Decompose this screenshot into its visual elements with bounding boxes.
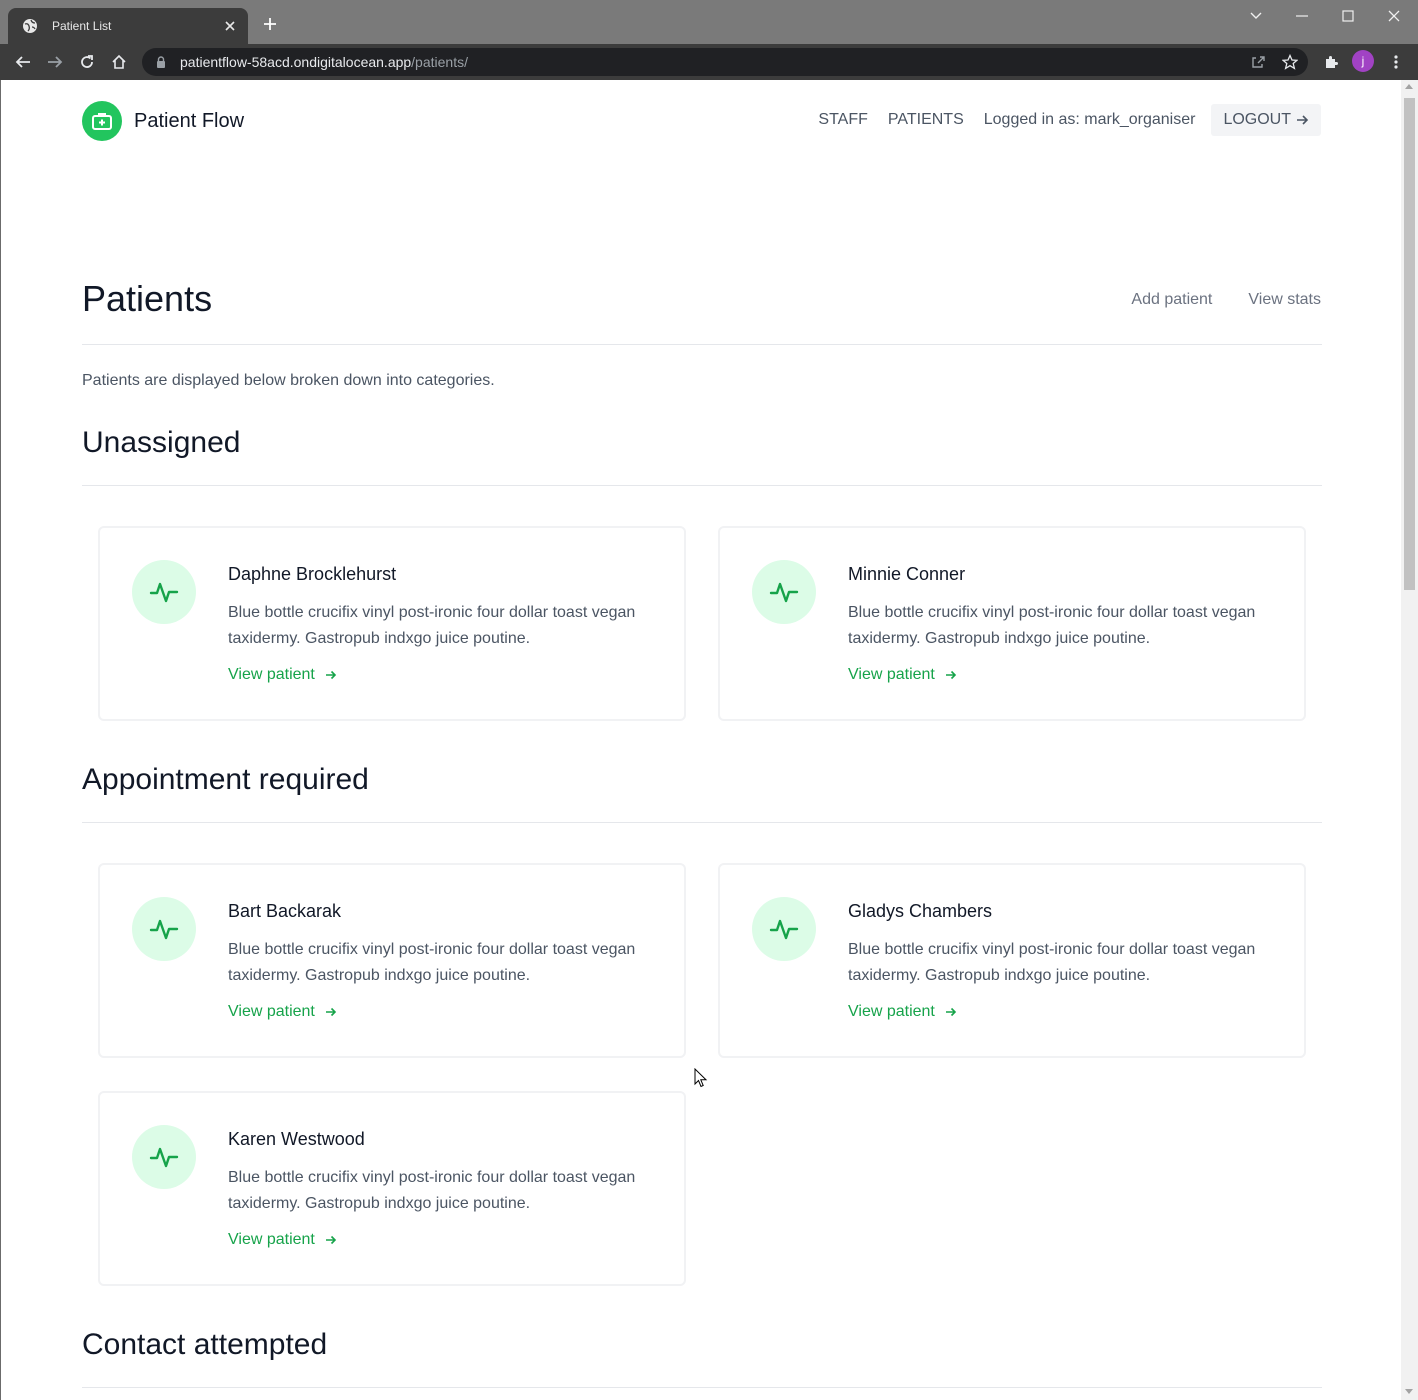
view-patient-link[interactable]: View patient <box>228 1231 337 1249</box>
add-patient-link[interactable]: Add patient <box>1131 291 1212 309</box>
activity-pulse-icon <box>132 897 196 961</box>
divider <box>82 344 1322 345</box>
view-patient-link[interactable]: View patient <box>228 1003 337 1021</box>
brand[interactable]: Patient Flow <box>82 101 244 141</box>
maximize-window-icon[interactable] <box>1336 6 1360 26</box>
arrow-right-icon <box>325 669 337 681</box>
section-title-appointment-required: Appointment required <box>82 763 369 796</box>
browser-tab-active[interactable]: Patient List <box>8 8 248 44</box>
patient-card: Bart Backarak Blue bottle crucifix vinyl… <box>98 863 686 1058</box>
patient-description: Blue bottle crucifix vinyl post-ironic f… <box>848 604 1256 647</box>
intro-text: Patients are displayed below broken down… <box>82 372 495 389</box>
bookmark-star-icon[interactable] <box>1282 54 1298 70</box>
patient-name: Gladys Chambers <box>848 901 993 921</box>
divider <box>82 1387 1322 1388</box>
brand-name: Patient Flow <box>134 109 245 132</box>
activity-pulse-icon <box>132 1125 196 1189</box>
close-tab-icon[interactable] <box>222 18 238 34</box>
lock-icon <box>154 55 168 69</box>
view-patient-label: View patient <box>228 1003 315 1020</box>
patient-card: Karen Westwood Blue bottle crucifix viny… <box>98 1091 686 1286</box>
url-host: patientflow-58acd.ondigitalocean.app <box>180 54 412 70</box>
section-title-contact-attempted: Contact attempted <box>82 1328 328 1361</box>
section-title-unassigned: Unassigned <box>82 426 241 459</box>
logged-in-user: Logged in as: mark_organiser <box>983 111 1196 128</box>
nav-staff-link[interactable]: STAFF <box>818 111 867 129</box>
view-patient-link[interactable]: View patient <box>848 666 957 684</box>
divider <box>82 485 1322 486</box>
home-icon[interactable] <box>108 51 130 73</box>
patient-name: Daphne Brocklehurst <box>228 564 397 584</box>
address-bar[interactable]: patientflow-58acd.ondigitalocean.app/pat… <box>142 48 1308 76</box>
minimize-window-icon[interactable] <box>1290 6 1314 26</box>
back-icon[interactable] <box>12 51 34 73</box>
activity-pulse-icon <box>752 897 816 961</box>
patient-name: Minnie Conner <box>848 564 966 584</box>
mouse-cursor-icon <box>694 1067 708 1088</box>
arrow-right-icon <box>325 1234 337 1246</box>
arrow-right-icon <box>325 1006 337 1018</box>
tab-search-chevron-icon[interactable] <box>1244 6 1268 26</box>
view-patient-label: View patient <box>228 666 315 683</box>
patient-description: Blue bottle crucifix vinyl post-ironic f… <box>228 941 636 984</box>
view-patient-label: View patient <box>228 1231 315 1248</box>
tab-title: Patient List <box>52 19 112 33</box>
view-patient-link[interactable]: View patient <box>848 1003 957 1021</box>
browser-toolbar: patientflow-58acd.ondigitalocean.app/pat… <box>0 44 1418 80</box>
view-patient-label: View patient <box>848 1003 935 1020</box>
browser-menu-icon[interactable] <box>1385 51 1407 73</box>
page-scrollbar[interactable] <box>1401 80 1418 1400</box>
arrow-right-icon <box>945 669 957 681</box>
share-icon[interactable] <box>1250 54 1266 70</box>
activity-pulse-icon <box>132 560 196 624</box>
scrollbar-thumb[interactable] <box>1404 98 1415 590</box>
extensions-puzzle-icon[interactable] <box>1320 51 1342 73</box>
divider <box>82 822 1322 823</box>
top-nav: STAFF PATIENTS Logged in as: mark_organi… <box>818 104 1321 136</box>
arrow-right-icon <box>1295 113 1309 127</box>
close-window-icon[interactable] <box>1382 6 1406 26</box>
scroll-up-arrow-icon[interactable] <box>1405 84 1413 89</box>
patient-description: Blue bottle crucifix vinyl post-ironic f… <box>228 604 636 647</box>
arrow-right-icon <box>945 1006 957 1018</box>
page-title: Patients <box>82 278 213 319</box>
activity-pulse-icon <box>752 560 816 624</box>
new-tab-button[interactable] <box>260 14 280 34</box>
logout-button[interactable]: LOGOUT <box>1211 104 1321 136</box>
browser-tab-strip: Patient List <box>0 0 1418 44</box>
patient-name: Bart Backarak <box>228 901 342 921</box>
url-path: /patients/ <box>411 54 468 70</box>
scroll-down-arrow-icon[interactable] <box>1405 1389 1413 1394</box>
reload-icon[interactable] <box>76 51 98 73</box>
page-actions: Add patient View stats <box>1131 291 1321 309</box>
profile-avatar[interactable]: j <box>1352 50 1374 72</box>
nav-patients-link[interactable]: PATIENTS <box>888 111 964 129</box>
page-viewport: Patient Flow STAFF PATIENTS Logged in as… <box>0 80 1418 1400</box>
patient-card: Daphne Brocklehurst Blue bottle crucifix… <box>98 526 686 721</box>
forward-icon[interactable] <box>44 51 66 73</box>
view-patient-label: View patient <box>848 666 935 683</box>
view-patient-link[interactable]: View patient <box>228 666 337 684</box>
patient-name: Karen Westwood <box>228 1129 365 1149</box>
patient-description: Blue bottle crucifix vinyl post-ironic f… <box>848 941 1256 984</box>
patient-description: Blue bottle crucifix vinyl post-ironic f… <box>228 1169 636 1212</box>
view-stats-link[interactable]: View stats <box>1248 291 1321 309</box>
logout-label: LOGOUT <box>1223 111 1291 128</box>
medical-kit-icon <box>82 101 122 141</box>
patient-card: Minnie Conner Blue bottle crucifix vinyl… <box>718 526 1306 721</box>
patient-card: Gladys Chambers Blue bottle crucifix vin… <box>718 863 1306 1058</box>
globe-icon <box>22 18 38 34</box>
url-text: patientflow-58acd.ondigitalocean.app/pat… <box>180 54 468 70</box>
